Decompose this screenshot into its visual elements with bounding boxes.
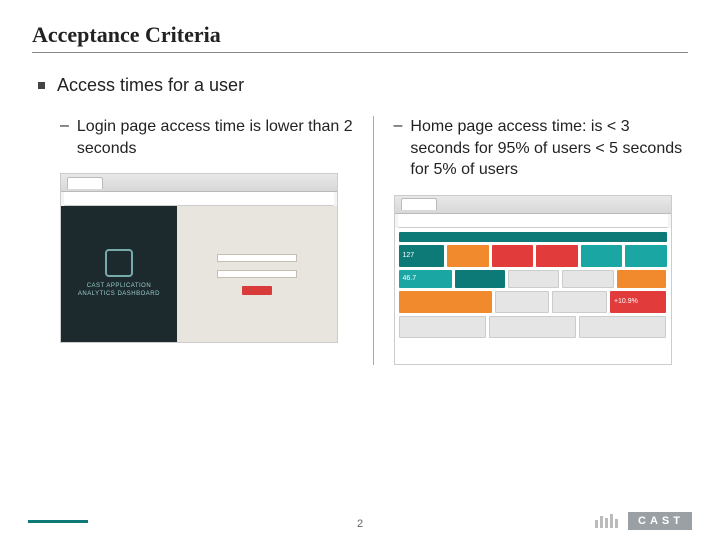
- kpi-tile: 46.7: [399, 270, 453, 288]
- kpi-tile: [617, 270, 667, 288]
- chart-tile: [399, 316, 486, 338]
- sub-bullet-login: – Login page access time is lower than 2…: [60, 116, 355, 159]
- browser-tab: [401, 198, 437, 210]
- panel-tile: [552, 291, 607, 313]
- app-brand-text: CAST APPLICATION ANALYTICS DASHBOARD: [78, 283, 160, 299]
- kpi-tile: [455, 270, 505, 288]
- slide-title: Acceptance Criteria: [32, 22, 688, 53]
- left-column: – Login page access time is lower than 2…: [60, 116, 373, 365]
- login-branding-panel: CAST APPLICATION ANALYTICS DASHBOARD: [61, 206, 177, 342]
- kpi-tile: [492, 245, 534, 267]
- dashboard-screenshot-thumb: 127 46.7: [394, 195, 672, 365]
- dashboard-row-1: 127: [399, 245, 667, 267]
- cast-logo: CAST: [628, 512, 692, 530]
- dash-bullet-icon: –: [394, 116, 403, 137]
- kpi-tile: [562, 270, 614, 288]
- sub-bullet-home: – Home page access time: is < 3 seconds …: [394, 116, 689, 181]
- dash-bullet-icon: –: [60, 116, 69, 137]
- login-page-body: CAST APPLICATION ANALYTICS DASHBOARD: [61, 206, 337, 342]
- chart-tile: [489, 316, 576, 338]
- right-column: – Home page access time: is < 3 seconds …: [373, 116, 689, 365]
- dashboard-header-bar: [399, 232, 667, 242]
- browser-tab: [67, 177, 103, 189]
- footer-right: CAST: [595, 512, 692, 530]
- panel-tile: [495, 291, 550, 313]
- sub-bullet-text-home: Home page access time: is < 3 seconds fo…: [410, 116, 688, 181]
- login-button-thumb: [242, 286, 272, 295]
- browser-urlbar: [64, 192, 334, 206]
- kpi-tile: [447, 245, 489, 267]
- browser-urlbar: [398, 214, 668, 228]
- footer: CAST: [0, 512, 720, 530]
- slide: Acceptance Criteria Access times for a u…: [0, 0, 720, 540]
- kpi-tile: [508, 270, 560, 288]
- dashboard-body: 127 46.7: [395, 228, 671, 364]
- stripes-icon: [595, 514, 618, 528]
- columns: – Login page access time is lower than 2…: [60, 116, 688, 365]
- browser-chrome: [395, 196, 671, 214]
- username-field-thumb: [217, 254, 297, 262]
- dashboard-row-3: +10.9%: [399, 291, 667, 313]
- kpi-tile: [625, 245, 667, 267]
- brand-line1: CAST APPLICATION: [87, 283, 151, 289]
- browser-chrome: [61, 174, 337, 192]
- main-bullet-text: Access times for a user: [57, 75, 244, 96]
- kpi-tile: +10.9%: [610, 291, 667, 313]
- kpi-tile: [536, 245, 578, 267]
- password-field-thumb: [217, 270, 297, 278]
- chart-tile: [579, 316, 666, 338]
- app-logo-icon: [105, 249, 133, 277]
- dashboard-row-2: 46.7: [399, 270, 667, 288]
- kpi-tile: [581, 245, 623, 267]
- main-bullet: Access times for a user: [38, 75, 688, 96]
- login-form-panel: [177, 206, 337, 342]
- sub-bullet-text-login: Login page access time is lower than 2 s…: [77, 116, 355, 159]
- footer-accent-bar: [28, 520, 88, 523]
- treemap-tile: [399, 291, 492, 313]
- dashboard-row-4: [399, 316, 667, 360]
- brand-line2: ANALYTICS DASHBOARD: [78, 291, 160, 297]
- login-screenshot-thumb: CAST APPLICATION ANALYTICS DASHBOARD: [60, 173, 338, 343]
- square-bullet-icon: [38, 82, 45, 89]
- kpi-tile: 127: [399, 245, 445, 267]
